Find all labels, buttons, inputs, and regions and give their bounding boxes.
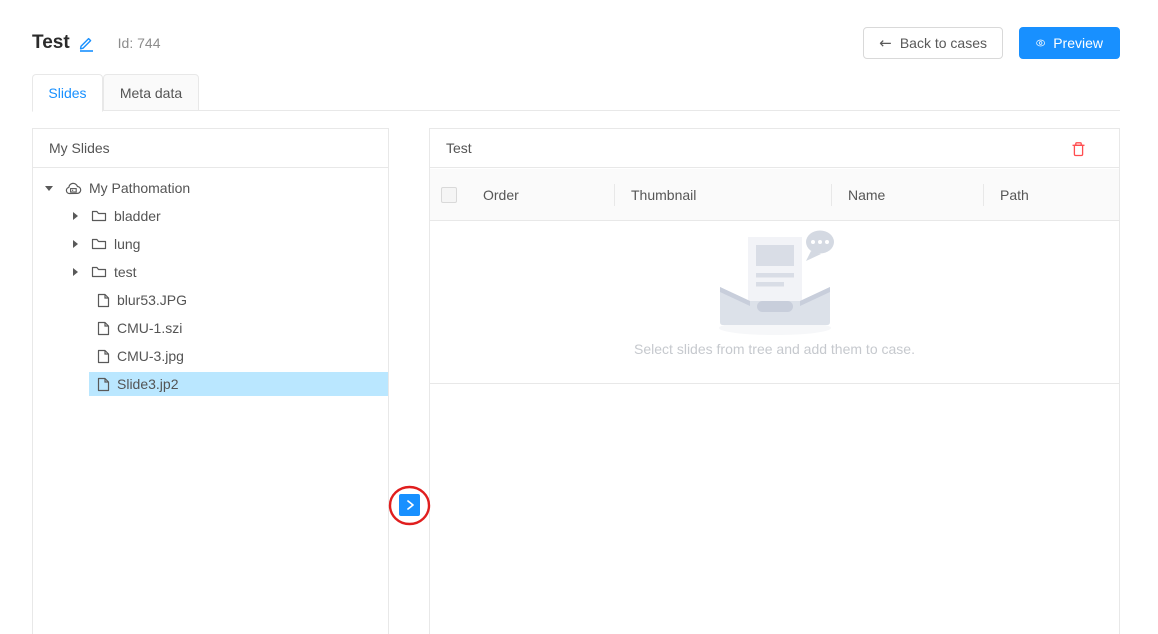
column-divider	[831, 184, 832, 206]
case-id-label: Id: 744	[118, 35, 161, 51]
column-header-thumbnail: Thumbnail	[615, 187, 832, 203]
caret-down-icon[interactable]	[41, 186, 57, 191]
page-title: Test	[32, 32, 70, 54]
file-icon	[97, 293, 110, 308]
preview-label: Preview	[1053, 35, 1103, 51]
eye-icon	[1036, 36, 1045, 50]
back-to-cases-button[interactable]: ← Back to cases	[863, 27, 1003, 59]
add-to-case-button[interactable]	[399, 494, 420, 516]
tab-meta-data-label: Meta data	[120, 85, 182, 101]
tree-item-folder-test[interactable]: test	[33, 258, 388, 286]
file-icon	[97, 377, 110, 392]
column-divider	[983, 184, 984, 206]
cloud-icon	[65, 181, 82, 196]
back-to-cases-label: Back to cases	[900, 35, 987, 51]
tree-item-folder-bladder[interactable]: bladder	[33, 202, 388, 230]
tree-item-file-cmu3[interactable]: CMU-3.jpg	[33, 342, 388, 370]
caret-right-icon[interactable]	[67, 268, 83, 276]
empty-table-body: Select slides from tree and add them to …	[430, 221, 1119, 384]
my-slides-panel: My Slides My Pathomation	[32, 128, 389, 634]
select-all-checkbox[interactable]	[441, 187, 457, 203]
column-divider	[614, 184, 615, 206]
trash-icon	[1071, 141, 1086, 157]
caret-right-icon[interactable]	[67, 212, 83, 220]
my-slides-header: My Slides	[33, 129, 388, 168]
column-header-order: Order	[467, 187, 615, 203]
titlebar: Test Id: 744	[32, 26, 161, 60]
tree-item-root[interactable]: My Pathomation	[33, 174, 388, 202]
edit-title-icon[interactable]	[76, 33, 96, 53]
empty-state-illustration	[700, 227, 850, 339]
slide-tree: My Pathomation bladder lun	[33, 168, 388, 398]
case-panel-title: Test	[446, 140, 472, 156]
tab-slides-label: Slides	[48, 85, 86, 101]
case-slides-panel: Test Order Thumbnail Name Path	[429, 128, 1120, 634]
column-header-name: Name	[832, 187, 984, 203]
chevron-right-icon	[404, 499, 416, 511]
tree-item-folder-lung[interactable]: lung	[33, 230, 388, 258]
folder-icon	[91, 237, 107, 251]
my-slides-title: My Slides	[49, 140, 110, 156]
column-header-path: Path	[984, 187, 1119, 203]
tree-item-file-cmu1[interactable]: CMU-1.szi	[33, 314, 388, 342]
tree-item-label: bladder	[114, 208, 161, 224]
select-all-cell	[430, 187, 467, 203]
empty-state-text: Select slides from tree and add them to …	[634, 341, 915, 357]
file-icon	[97, 349, 110, 364]
tree-item-file-slide3-selected[interactable]: Slide3.jp2	[33, 370, 388, 398]
folder-icon	[91, 209, 107, 223]
case-editor-page: Test Id: 744 ← Back to cases Preview Sli…	[0, 0, 1158, 634]
tab-slides[interactable]: Slides	[32, 74, 103, 112]
table-header-row: Order Thumbnail Name Path	[430, 169, 1119, 221]
arrow-left-icon: ←	[879, 34, 892, 52]
tree-item-label: Slide3.jp2	[117, 376, 179, 392]
tab-meta-data[interactable]: Meta data	[103, 74, 199, 111]
tree-item-label: blur53.JPG	[117, 292, 187, 308]
tree-item-label: CMU-3.jpg	[117, 348, 184, 364]
delete-case-slides-button[interactable]	[1071, 141, 1086, 157]
tree-item-file-blur53[interactable]: blur53.JPG	[33, 286, 388, 314]
tree-item-label: CMU-1.szi	[117, 320, 182, 336]
selected-tree-node[interactable]: Slide3.jp2	[89, 372, 388, 396]
case-panel-header: Test	[430, 129, 1119, 168]
file-icon	[97, 321, 110, 336]
top-actions: ← Back to cases Preview	[863, 27, 1120, 59]
caret-right-icon[interactable]	[67, 240, 83, 248]
folder-icon	[91, 265, 107, 279]
preview-button[interactable]: Preview	[1019, 27, 1120, 59]
tree-item-label: lung	[114, 236, 140, 252]
tree-item-label: test	[114, 264, 137, 280]
tree-item-label: My Pathomation	[89, 180, 190, 196]
